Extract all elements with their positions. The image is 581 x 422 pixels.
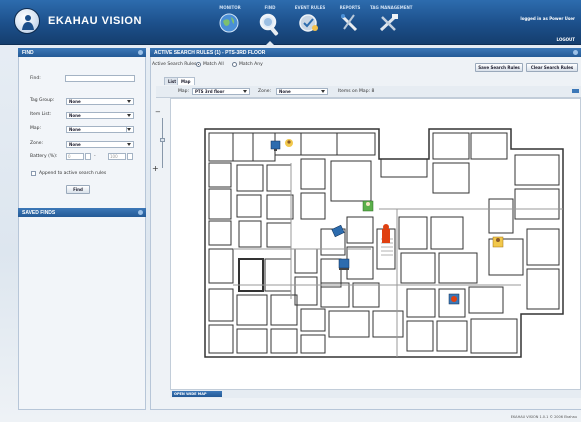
map-zone-select[interactable]: None <box>276 88 328 95</box>
zoom-out-icon[interactable]: − <box>155 108 161 116</box>
nav-tag-management[interactable]: TAG MANAGEMENT <box>370 0 413 45</box>
tag-group-select[interactable]: None <box>66 98 134 105</box>
map-floor-value: PTS 3rd floor <box>195 89 225 94</box>
save-search-rules-button[interactable]: Save Search Rules <box>475 63 523 72</box>
saved-finds-header: SAVED FINDS <box>18 208 146 217</box>
chevron-down-icon <box>127 128 131 131</box>
logout-link[interactable]: LOGOUT <box>557 37 575 42</box>
tag-group-value: None <box>69 99 81 104</box>
match-any-radio[interactable] <box>232 62 237 67</box>
footer-copyright: EKAHAU VISION 1.0.1 © 2006 Ekahau <box>510 415 577 419</box>
clear-search-rules-button[interactable]: Clear Search Rules <box>526 63 578 72</box>
find-label: Find: <box>30 76 41 81</box>
zoom-handle[interactable] <box>160 138 165 142</box>
collapse-icon[interactable] <box>138 50 143 55</box>
ekahau-logo-icon <box>14 8 40 34</box>
chevron-down-icon <box>321 90 325 93</box>
match-all-label: Match All <box>203 62 224 67</box>
nav-monitor[interactable]: MONITOR <box>210 0 250 45</box>
match-any-label: Match Any <box>239 62 263 67</box>
map-zone-value: None <box>279 89 291 94</box>
app-title: EKAHAU VISION <box>48 15 142 27</box>
map-markers <box>270 139 504 305</box>
match-all-radio[interactable] <box>196 62 201 67</box>
saved-finds-title: SAVED FINDS <box>22 210 56 216</box>
battery-min-input[interactable]: 0 <box>66 153 84 160</box>
chevron-down-icon <box>243 90 247 93</box>
battery-range-separator: - <box>94 154 96 159</box>
active-search-rules-header: ACTIVE SEARCH RULES (1) - PTS-3RD FLOOR <box>150 48 581 57</box>
tag-management-icon <box>379 14 398 32</box>
find-panel-header: FIND <box>18 48 146 57</box>
logged-in-user: logged in as Power User <box>520 16 575 21</box>
globe-icon <box>219 13 239 33</box>
item-list-value: None <box>69 113 81 118</box>
append-rules-label: Append to active search rules <box>39 171 107 176</box>
tag-group-label: Tag Group: <box>30 98 55 103</box>
item-list-label: Item List: <box>30 112 52 117</box>
zone-value: None <box>69 142 81 147</box>
tab-map[interactable]: Map <box>177 77 195 85</box>
nav-event-rules[interactable]: EVENT RULES <box>290 0 330 45</box>
item-list-select[interactable]: None <box>66 112 134 119</box>
map-select[interactable]: None <box>66 126 134 133</box>
chevron-down-icon <box>127 143 131 146</box>
collapse-icon[interactable] <box>573 50 578 55</box>
append-rules-checkbox[interactable] <box>31 171 36 176</box>
reports-icon <box>340 14 358 32</box>
open-wide-map-button[interactable]: OPEN WIDE MAP <box>172 391 222 397</box>
zone-select[interactable]: None <box>66 141 134 148</box>
nav-event-rules-label: EVENT RULES <box>294 5 326 10</box>
collapse-icon[interactable] <box>138 210 143 215</box>
zoom-slider[interactable]: − + <box>152 100 168 180</box>
top-header-bar: EKAHAU VISION MONITOR FIND EVENT RULES R… <box>0 0 581 45</box>
chevron-down-icon <box>127 100 131 103</box>
active-rules-label: Active Search Rules: <box>152 62 198 67</box>
zoom-in-icon[interactable]: + <box>152 164 159 173</box>
nav-find[interactable]: FIND <box>250 0 290 45</box>
find-button[interactable]: Find <box>66 185 90 194</box>
active-search-rules-title: ACTIVE SEARCH RULES (1) - PTS-3RD FLOOR <box>154 50 266 56</box>
floor-plan-map[interactable] <box>170 98 581 390</box>
chevron-down-icon <box>127 114 131 117</box>
map-status-bar <box>170 390 581 398</box>
magnifier-icon <box>259 13 279 36</box>
battery-label: Battery (%): <box>30 154 58 159</box>
battery-max-stepper[interactable] <box>127 153 133 160</box>
nav-reports[interactable]: REPORTS <box>330 0 370 45</box>
nav-find-label: FIND <box>264 5 276 10</box>
find-panel-title: FIND <box>22 50 34 56</box>
zone-select-label: Zone: <box>258 89 271 94</box>
battery-max-input[interactable]: 100 <box>108 153 126 160</box>
find-input[interactable] <box>65 75 135 82</box>
items-on-map: Items on Map: 8 <box>338 89 375 94</box>
map-options-icon[interactable] <box>572 89 579 93</box>
map-select-label: Map: <box>178 89 190 94</box>
rules-icon <box>299 14 318 32</box>
zoom-track[interactable] <box>162 118 163 168</box>
floor-plan-drawing <box>204 128 564 358</box>
map-label: Map: <box>30 126 42 131</box>
nav-monitor-label: MONITOR <box>219 5 241 10</box>
nav-active-pointer <box>266 41 274 45</box>
map-floor-select[interactable]: PTS 3rd floor <box>192 88 250 95</box>
nav-reports-label: REPORTS <box>339 5 361 10</box>
nav-tag-management-label: TAG MANAGEMENT <box>370 5 413 10</box>
map-value: None <box>69 127 81 132</box>
zone-label: Zone: <box>30 141 43 146</box>
battery-min-stepper[interactable] <box>85 153 91 160</box>
